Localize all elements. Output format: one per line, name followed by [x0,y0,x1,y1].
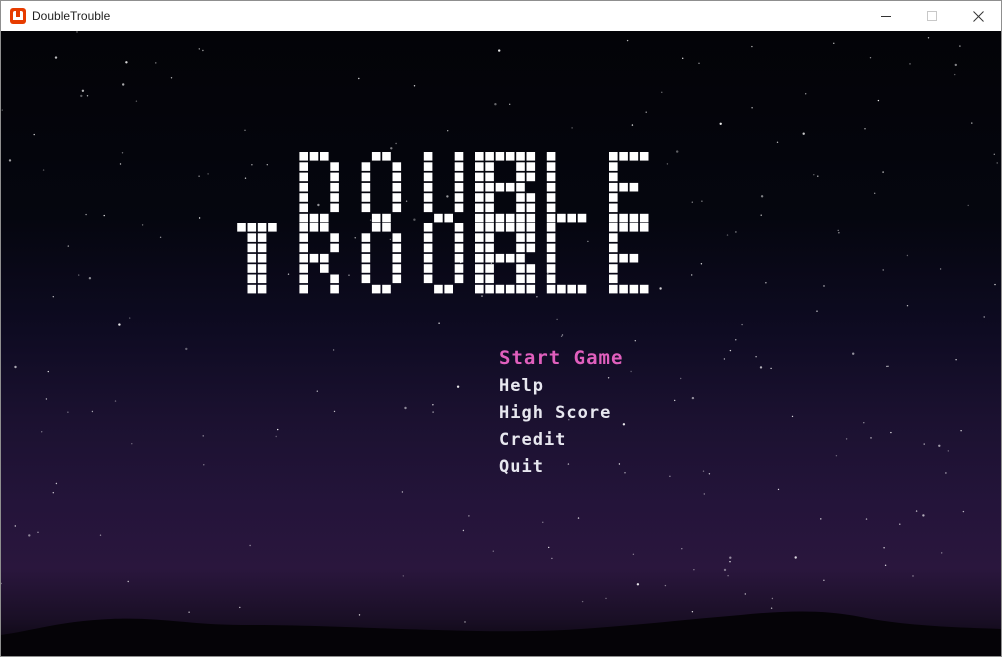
logo-line2-t-0 [237,223,277,294]
logo-line2-u-3 [423,223,464,294]
monogame-icon [10,8,26,24]
close-button[interactable] [955,1,1001,31]
logo-line2-e-6 [609,223,649,294]
logo-letter-b-top [475,152,536,223]
logo-line2-r-1 [299,223,339,294]
window-title: DoubleTrouble [32,9,111,23]
hill-silhouette [1,611,1001,656]
menu-item-high-score[interactable]: High Score [499,400,623,427]
menu-item-start-game[interactable]: Start Game [499,343,623,373]
minimize-icon [881,16,891,17]
menu-item-help[interactable]: Help [499,373,623,400]
logo-line1-o-1 [361,152,402,223]
maximize-button[interactable] [909,1,955,31]
menu-item-credit[interactable]: Credit [499,427,623,454]
logo-line1-d-0 [299,152,339,223]
logo-line2-l-5 [546,223,587,294]
logo-line2-o-2 [361,223,402,294]
logo-line1-e-5 [609,152,649,223]
minimize-button[interactable] [863,1,909,31]
close-icon [972,10,984,22]
maximize-icon [927,11,937,21]
logo-line1-l-4 [546,152,587,223]
main-menu: Start Game Help High Score Credit Quit [499,343,623,481]
menu-item-quit[interactable]: Quit [499,454,623,481]
game-viewport[interactable]: Start Game Help High Score Credit Quit [1,31,1001,656]
game-window: DoubleTrouble Start Game Help High Score Cr… [0,0,1002,657]
title-bar[interactable]: DoubleTrouble [1,1,1001,31]
logo-letter-b-bottom [475,223,536,294]
logo-line1-u-2 [423,152,464,223]
